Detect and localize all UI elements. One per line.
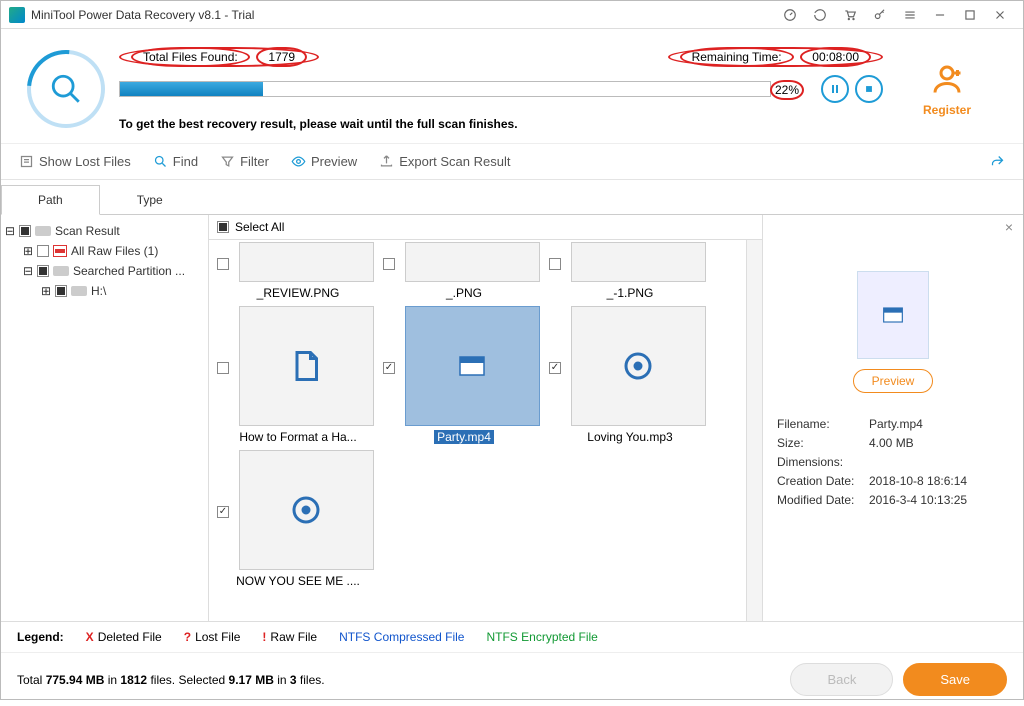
meta-created-label: Creation Date: — [777, 474, 869, 488]
tree-drive-h[interactable]: ⊞H:\ — [5, 281, 204, 301]
refresh-icon[interactable] — [805, 1, 835, 29]
window-title: MiniTool Power Data Recovery v8.1 - Tria… — [31, 8, 775, 22]
key-icon[interactable] — [865, 1, 895, 29]
image-icon — [405, 242, 540, 282]
legend-lost: ?Lost File — [184, 630, 241, 644]
file-item-selected[interactable]: Party.mp4 — [383, 306, 545, 444]
footer-status: Total 775.94 MB in 1812 files. Selected … — [17, 673, 780, 687]
audio-icon — [571, 306, 706, 426]
app-icon — [9, 7, 25, 23]
legend-raw: !Raw File — [262, 630, 317, 644]
find-button[interactable]: Find — [153, 154, 198, 169]
video-icon — [405, 306, 540, 426]
preview-file-button[interactable]: Preview — [853, 369, 934, 393]
close-button[interactable] — [985, 1, 1015, 29]
tree-root[interactable]: ⊟Scan Result — [5, 221, 204, 241]
preview-panel: × Preview Filename:Party.mp4 Size:4.00 M… — [763, 215, 1023, 621]
progress-bar: 22% — [119, 81, 771, 97]
tree-raw-files[interactable]: ⊞All Raw Files (1) — [5, 241, 204, 261]
image-icon — [571, 242, 706, 282]
file-grid: _REVIEW.PNG _.PNG _-1.PNG How to Format … — [209, 240, 746, 621]
titlebar: MiniTool Power Data Recovery v8.1 - Tria… — [1, 1, 1023, 29]
legend-deleted: XDeleted File — [86, 630, 162, 644]
stop-button[interactable] — [855, 75, 883, 103]
cart-icon[interactable] — [835, 1, 865, 29]
file-item[interactable]: _REVIEW.PNG — [217, 242, 379, 300]
meta-modified-value: 2016-3-4 10:13:25 — [869, 493, 967, 507]
export-button[interactable]: Export Scan Result — [379, 154, 510, 169]
preview-button[interactable]: Preview — [291, 154, 357, 169]
back-button[interactable]: Back — [790, 663, 893, 696]
maximize-button[interactable] — [955, 1, 985, 29]
files-found: Total Files Found: 1779 — [119, 47, 319, 67]
meta-created-value: 2018-10-8 18:6:14 — [869, 474, 967, 488]
footer: Total 775.94 MB in 1812 files. Selected … — [1, 652, 1023, 706]
tab-path[interactable]: Path — [1, 185, 100, 215]
progress-note: To get the best recovery result, please … — [119, 117, 883, 131]
register-button[interactable]: Register — [897, 61, 997, 117]
share-button[interactable] — [990, 154, 1005, 169]
image-icon — [239, 242, 374, 282]
legend: Legend: XDeleted File ?Lost File !Raw Fi… — [1, 621, 1023, 652]
filter-button[interactable]: Filter — [220, 154, 269, 169]
tab-type[interactable]: Type — [100, 185, 200, 215]
meta-dimensions-label: Dimensions: — [777, 455, 869, 469]
progress-panel: Total Files Found: 1779 Remaining Time: … — [1, 29, 1023, 143]
legend-ntfs-encrypted: NTFS Encrypted File — [486, 630, 597, 644]
pause-button[interactable] — [821, 75, 849, 103]
remaining-time: Remaining Time: 00:08:00 — [668, 47, 883, 67]
grid-scrollbar[interactable] — [746, 240, 762, 621]
file-item[interactable]: NOW YOU SEE ME .... — [217, 450, 379, 588]
show-lost-files-button[interactable]: Show Lost Files — [19, 154, 131, 169]
minimize-button[interactable] — [925, 1, 955, 29]
meta-filename-value: Party.mp4 — [869, 417, 923, 431]
meta-size-label: Size: — [777, 436, 869, 450]
select-all-checkbox[interactable]: Select All — [209, 215, 762, 240]
view-tabs: Path Type — [1, 184, 1023, 215]
tree-searched-partition[interactable]: ⊟Searched Partition ... — [5, 261, 204, 281]
toolbar: Show Lost Files Find Filter Preview Expo… — [1, 143, 1023, 180]
folder-tree[interactable]: ⊟Scan Result ⊞All Raw Files (1) ⊟Searche… — [1, 215, 209, 621]
meta-filename-label: Filename: — [777, 417, 869, 431]
meta-modified-label: Modified Date: — [777, 493, 869, 507]
file-item[interactable]: Loving You.mp3 — [549, 306, 711, 444]
doc-icon — [239, 306, 374, 426]
file-item[interactable]: _.PNG — [383, 242, 545, 300]
legend-ntfs-compressed: NTFS Compressed File — [339, 630, 464, 644]
file-item[interactable]: How to Format a Ha... — [217, 306, 379, 444]
progress-percent: 22% — [770, 80, 804, 100]
register-label: Register — [897, 103, 997, 117]
file-item[interactable]: _-1.PNG — [549, 242, 711, 300]
save-button[interactable]: Save — [903, 663, 1007, 696]
audio-icon — [239, 450, 374, 570]
close-preview-button[interactable]: × — [1005, 219, 1013, 235]
legend-label: Legend: — [17, 630, 64, 644]
meta-size-value: 4.00 MB — [869, 436, 914, 450]
menu-icon[interactable] — [895, 1, 925, 29]
scan-icon — [27, 50, 105, 128]
speed-icon[interactable] — [775, 1, 805, 29]
preview-thumbnail — [857, 271, 929, 359]
